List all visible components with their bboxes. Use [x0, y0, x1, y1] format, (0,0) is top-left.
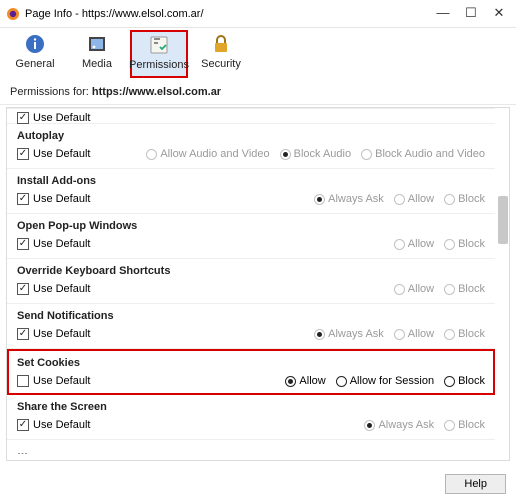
use-default-label: Use Default — [33, 238, 90, 250]
section-popups: Open Pop-up Windows Use Default Allow Bl… — [7, 214, 495, 259]
tab-label: Media — [82, 58, 112, 70]
permissions-for-label: Permissions for: https://www.elsol.com.a… — [0, 82, 516, 105]
section-title: Override Keyboard Shortcuts — [17, 265, 485, 277]
tab-label: Permissions — [129, 59, 189, 71]
tab-permissions[interactable]: Permissions — [130, 30, 188, 78]
help-button[interactable]: Help — [445, 474, 506, 494]
radio-allow-session[interactable]: Allow for Session — [336, 375, 434, 387]
toolbar: General Media Permissions Security — [0, 28, 516, 82]
radio-block-audio[interactable]: Block Audio — [280, 148, 351, 160]
dialog-footer: Help — [445, 474, 506, 494]
radio-allow-av[interactable]: Allow Audio and Video — [146, 148, 269, 160]
close-button[interactable]: ✕ — [492, 7, 506, 21]
radio-allow[interactable]: Allow — [394, 328, 434, 340]
lock-icon — [210, 33, 232, 55]
use-default-checkbox[interactable] — [17, 148, 29, 160]
tab-general[interactable]: General — [6, 30, 64, 78]
radio-block[interactable]: Block — [444, 193, 485, 205]
use-default-checkbox[interactable] — [17, 419, 29, 431]
section-title: Share the Screen — [17, 401, 485, 413]
media-icon — [86, 33, 108, 55]
radio-block[interactable]: Block — [444, 375, 485, 387]
radio-block[interactable]: Block — [444, 238, 485, 250]
maximize-button[interactable]: ☐ — [464, 7, 478, 21]
use-default-checkbox[interactable] — [17, 112, 29, 124]
window-controls: ― ☐ ✕ — [436, 7, 510, 21]
radio-block[interactable]: Block — [444, 283, 485, 295]
radio-allow[interactable]: Allow — [394, 193, 434, 205]
use-default-label: Use Default — [33, 375, 90, 387]
window-title: Page Info - https://www.elsol.com.ar/ — [25, 8, 436, 20]
radio-block-av[interactable]: Block Audio and Video — [361, 148, 485, 160]
use-default-label: Use Default — [33, 193, 90, 205]
use-default-label: Use Default — [33, 148, 90, 160]
section-install-addons: Install Add-ons Use Default Always Ask A… — [7, 169, 495, 214]
scrollbar-thumb[interactable] — [498, 196, 508, 244]
use-default-label: Use Default — [33, 419, 90, 431]
permissions-panel: Use Default Autoplay Use Default Allow A… — [6, 107, 510, 461]
radio-allow[interactable]: Allow — [285, 375, 325, 387]
use-default-checkbox[interactable] — [17, 193, 29, 205]
use-default-checkbox[interactable] — [17, 238, 29, 250]
window-titlebar: Page Info - https://www.elsol.com.ar/ ― … — [0, 0, 516, 28]
section-truncated: … — [7, 440, 495, 454]
radio-block[interactable]: Block — [444, 328, 485, 340]
section-title: Open Pop-up Windows — [17, 220, 485, 232]
info-icon — [24, 33, 46, 55]
radio-always-ask[interactable]: Always Ask — [314, 328, 384, 340]
use-default-label: Use Default — [33, 283, 90, 295]
radio-block[interactable]: Block — [444, 419, 485, 431]
tab-label: General — [15, 58, 54, 70]
use-default-checkbox[interactable] — [17, 375, 29, 387]
tab-security[interactable]: Security — [192, 30, 250, 78]
section-cut: Use Default — [7, 108, 495, 124]
section-cookies: Set Cookies Use Default Allow Allow for … — [7, 349, 495, 395]
radio-allow[interactable]: Allow — [394, 283, 434, 295]
radio-allow[interactable]: Allow — [394, 238, 434, 250]
radio-always-ask[interactable]: Always Ask — [364, 419, 434, 431]
section-title: Install Add-ons — [17, 175, 485, 187]
use-default-checkbox[interactable] — [17, 283, 29, 295]
permissions-icon — [148, 34, 170, 56]
use-default-checkbox[interactable] — [17, 328, 29, 340]
section-title: Autoplay — [17, 130, 485, 142]
section-title: Send Notifications — [17, 310, 485, 322]
firefox-icon — [6, 7, 20, 21]
tab-label: Security — [201, 58, 241, 70]
section-autoplay: Autoplay Use Default Allow Audio and Vid… — [7, 124, 495, 169]
section-share-screen: Share the Screen Use Default Always Ask … — [7, 395, 495, 440]
section-title: Set Cookies — [17, 357, 485, 369]
section-override-shortcuts: Override Keyboard Shortcuts Use Default … — [7, 259, 495, 304]
section-notifications: Send Notifications Use Default Always As… — [7, 304, 495, 349]
use-default-label: Use Default — [33, 112, 90, 124]
radio-always-ask[interactable]: Always Ask — [314, 193, 384, 205]
use-default-label: Use Default — [33, 328, 90, 340]
tab-media[interactable]: Media — [68, 30, 126, 78]
minimize-button[interactable]: ― — [436, 7, 450, 21]
